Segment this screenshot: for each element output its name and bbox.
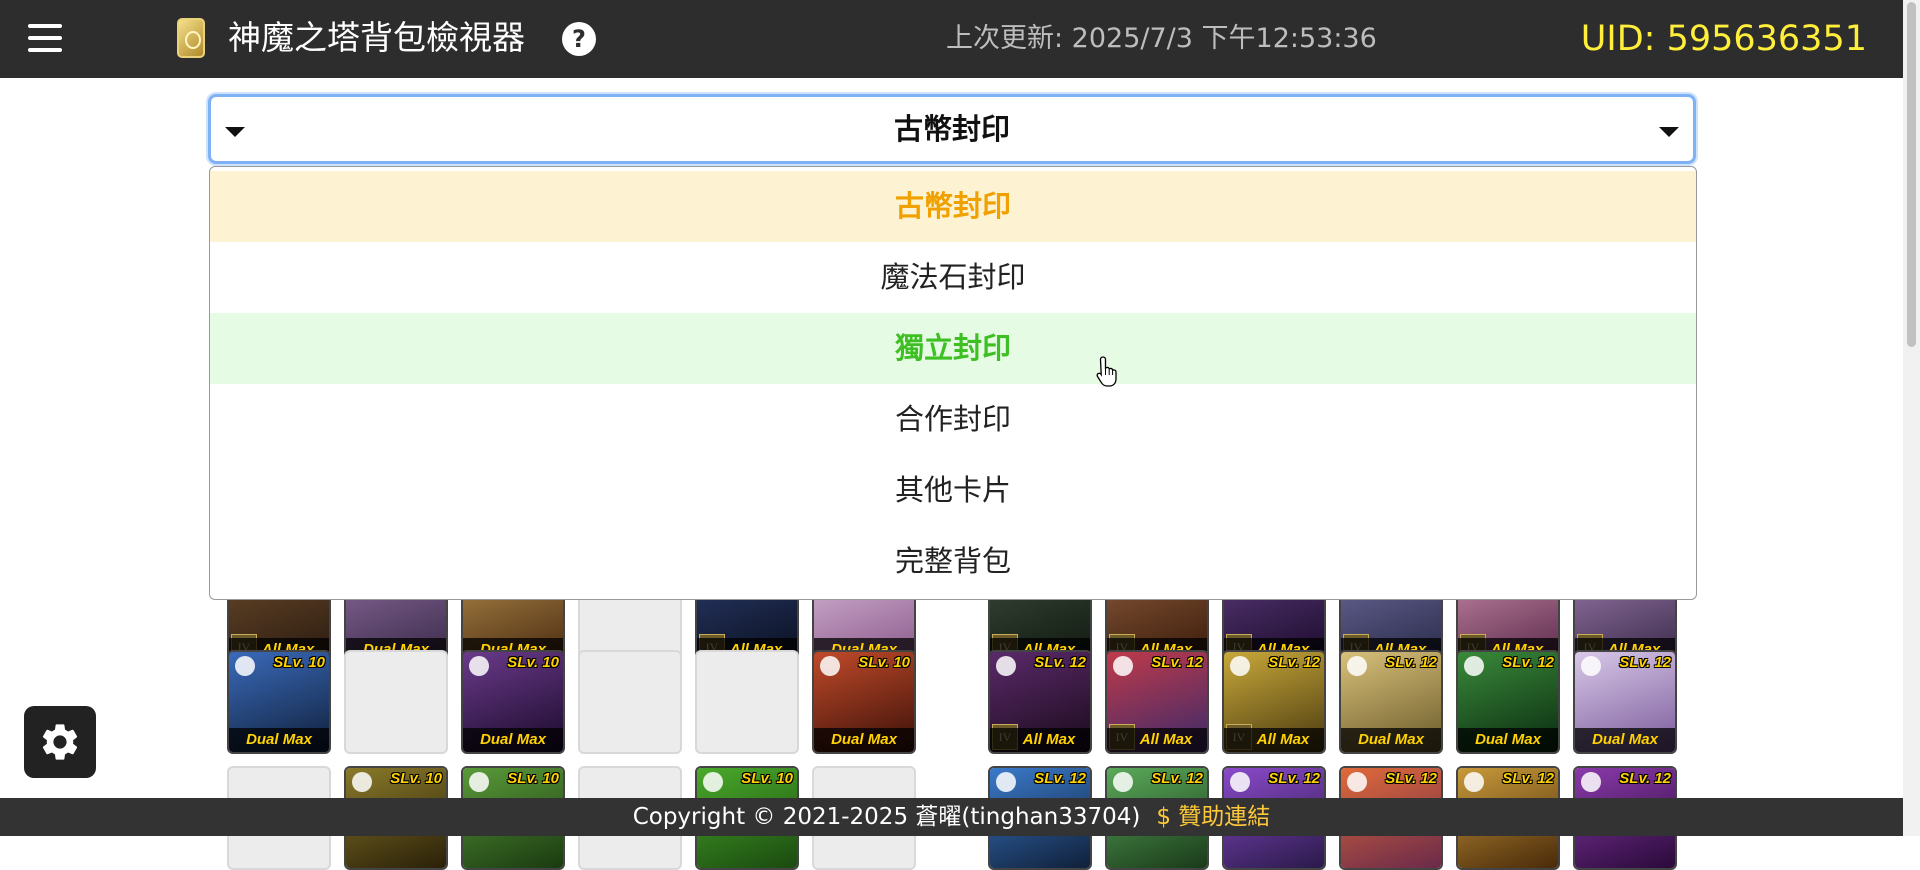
skill-level-badge: SLv. 12 [1034,654,1086,671]
skill-level-badge: SLv. 12 [1151,770,1203,787]
category-select-value: 古幣封印 [893,112,1010,146]
card-tile[interactable]: SLv. 12IVAll Max [1105,650,1209,754]
fire-attribute-icon [820,656,840,676]
skill-level-badge: SLv. 12 [1268,770,1320,787]
dual-max-badge: Dual Max [229,728,329,752]
dual-max-badge: Dual Max [1575,728,1675,752]
fire-attribute-icon [1113,656,1133,676]
caret-down-icon [1659,127,1679,137]
card-tile[interactable]: SLv. 12IVAll Max [988,650,1092,754]
dual-max-badge: Dual Max [814,728,914,752]
dual-max-badge: Dual Max [1458,728,1558,752]
skill-level-badge: SLv. 10 [507,654,559,671]
all-max-badge: All Max [1107,728,1207,752]
card-tile[interactable]: SLv. 12IVAll Max [1222,650,1326,754]
skill-level-badge: SLv. 12 [1502,770,1554,787]
card-tile[interactable]: SLv. 12 Dual Max [1339,650,1443,754]
page-scrollbar[interactable] [1903,0,1920,836]
option-independent-seal[interactable]: 獨立封印 [210,313,1696,384]
dual-max-badge: Dual Max [463,728,563,752]
option-collab-seal[interactable]: 合作封印 [210,384,1696,455]
light-attribute-icon [1347,656,1367,676]
category-select[interactable]: 古幣封印 [208,94,1696,164]
dark-attribute-icon [996,656,1016,676]
dark-attribute-icon [1230,772,1250,792]
skill-level-badge: SLv. 10 [741,770,793,787]
category-dropdown-list: 古幣封印 魔法石封印 獨立封印 合作封印 其他卡片 完整背包 [209,166,1697,600]
option-other-cards[interactable]: 其他卡片 [210,455,1696,526]
footer: Copyright © 2021-2025 蒼曜(tinghan33704) $ … [0,798,1903,836]
uid-label: UID: 595636351 [1580,19,1867,59]
skill-level-badge: SLv. 12 [1034,770,1086,787]
gear-icon [42,724,78,760]
card-tile[interactable]: SLv. 12 Dual Max [1573,650,1677,754]
locked-card[interactable] [344,650,448,754]
hand-cursor-icon [1096,356,1117,387]
help-icon[interactable]: ? [562,22,596,56]
fire-attribute-icon [1347,772,1367,792]
top-navbar: 神魔之塔背包檢視器 ? 上次更新: 2025/7/3 下午12:53:36 UI… [0,0,1903,78]
light-attribute-icon [1464,772,1484,792]
dark-attribute-icon [1581,656,1601,676]
option-full-inventory[interactable]: 完整背包 [210,526,1696,597]
app-logo [177,18,205,58]
skill-level-badge: SLv. 12 [1151,654,1203,671]
skill-level-badge: SLv. 12 [1619,654,1671,671]
hamburger-menu-icon[interactable] [28,24,62,54]
locked-card[interactable] [578,650,682,754]
scrollbar-thumb[interactable] [1907,2,1916,347]
all-max-badge: All Max [990,728,1090,752]
last-update-text: 上次更新: 2025/7/3 下午12:53:36 [946,23,1377,54]
wood-attribute-icon [469,772,489,792]
page-title: 神魔之塔背包檢視器 [228,18,525,57]
locked-card[interactable] [695,650,799,754]
water-attribute-icon [996,772,1016,792]
light-attribute-icon [1230,656,1250,676]
skill-level-badge: SLv. 10 [858,654,910,671]
card-tile[interactable]: SLv. 10 Dual Max [227,650,331,754]
card-tile[interactable]: SLv. 10 Dual Max [461,650,565,754]
skill-level-badge: SLv. 12 [1268,654,1320,671]
option-coin-seal[interactable]: 古幣封印 [210,171,1696,242]
option-diamond-seal[interactable]: 魔法石封印 [210,242,1696,313]
skill-level-badge: SLv. 12 [1502,654,1554,671]
card-tile[interactable]: SLv. 10 Dual Max [812,650,916,754]
skill-level-badge: SLv. 10 [273,654,325,671]
water-attribute-icon [235,656,255,676]
skill-level-badge: SLv. 12 [1385,654,1437,671]
card-tile[interactable]: SLv. 12 Dual Max [1456,650,1560,754]
dark-attribute-icon [1581,772,1601,792]
light-attribute-icon [352,772,372,792]
skill-level-badge: SLv. 10 [507,770,559,787]
dual-max-badge: Dual Max [1341,728,1441,752]
skill-level-badge: SLv. 12 [1385,770,1437,787]
settings-button[interactable] [24,706,96,778]
wood-attribute-icon [1464,656,1484,676]
all-max-badge: All Max [1224,728,1324,752]
skill-level-badge: SLv. 12 [1619,770,1671,787]
dark-attribute-icon [469,656,489,676]
copyright-text: Copyright © 2021-2025 蒼曜(tinghan33704) [632,804,1141,830]
wood-attribute-icon [1113,772,1133,792]
wood-attribute-icon [703,772,723,792]
sponsor-link[interactable]: $ 贊助連結 [1156,804,1270,830]
skill-level-badge: SLv. 10 [390,770,442,787]
